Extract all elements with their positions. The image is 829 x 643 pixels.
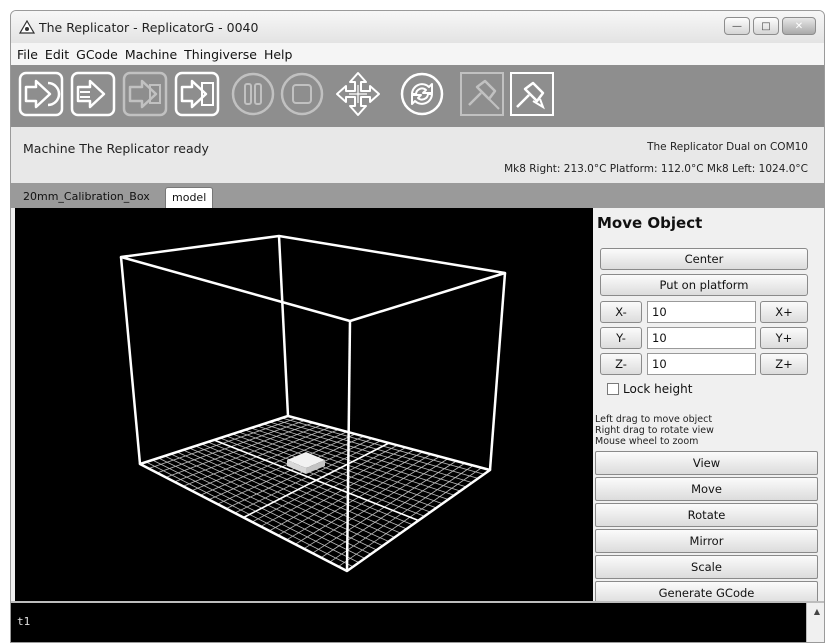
build-from-file-icon bbox=[174, 71, 220, 117]
build-icon bbox=[18, 71, 64, 117]
build-from-file-button[interactable] bbox=[174, 71, 220, 117]
rotate-mode-button[interactable]: Rotate bbox=[595, 503, 818, 527]
connect-button[interactable] bbox=[509, 71, 555, 117]
build-to-file-icon bbox=[122, 71, 168, 117]
y-minus-button[interactable]: Y- bbox=[600, 327, 642, 349]
reset-icon bbox=[400, 72, 444, 116]
control-panel-icon bbox=[336, 72, 380, 116]
maximize-button[interactable]: □ bbox=[753, 17, 779, 35]
menu-file[interactable]: File bbox=[17, 47, 38, 62]
mirror-mode-button[interactable]: Mirror bbox=[595, 529, 818, 553]
menu-thingiverse[interactable]: Thingiverse bbox=[184, 47, 257, 62]
disconnect-button[interactable] bbox=[459, 71, 505, 117]
build-volume-wireframe[interactable] bbox=[15, 208, 593, 601]
control-panel-button[interactable] bbox=[335, 71, 381, 117]
window-title: The Replicator - ReplicatorG - 0040 bbox=[39, 20, 259, 35]
build-button[interactable] bbox=[18, 71, 64, 117]
menu-help[interactable]: Help bbox=[264, 47, 293, 62]
menu-machine[interactable]: Machine bbox=[125, 47, 177, 62]
app-window: The Replicator - ReplicatorG - 0040 — □ … bbox=[10, 10, 825, 643]
console-line: t1 bbox=[17, 615, 31, 628]
build-platform-grid bbox=[139, 415, 491, 572]
scroll-up-arrow-icon[interactable]: ▲ bbox=[814, 607, 820, 616]
y-step-field[interactable]: 10 bbox=[647, 327, 756, 349]
move-mode-button[interactable]: Move bbox=[595, 477, 818, 501]
z-minus-button[interactable]: Z- bbox=[600, 353, 642, 375]
tab-model[interactable]: model bbox=[165, 187, 214, 208]
center-button[interactable]: Center bbox=[600, 248, 808, 270]
reset-button[interactable] bbox=[399, 71, 445, 117]
close-button[interactable]: ✕ bbox=[782, 17, 816, 35]
connect-icon bbox=[510, 72, 554, 116]
menu-bar: File Edit GCode Machine Thingiverse Help bbox=[11, 43, 824, 65]
hint-rotate: Right drag to rotate view bbox=[595, 425, 714, 436]
build-to-file-button[interactable] bbox=[122, 71, 168, 117]
title-bar: The Replicator - ReplicatorG - 0040 — □ … bbox=[11, 11, 824, 43]
connection-status: The Replicator Dual on COM10 bbox=[647, 141, 808, 153]
menu-gcode[interactable]: GCode bbox=[76, 47, 118, 62]
minimize-button[interactable]: — bbox=[724, 17, 750, 35]
move-object-panel: Move Object Center Put on platform X- 10… bbox=[593, 208, 822, 605]
lock-height-label: Lock height bbox=[623, 382, 693, 396]
stop-icon bbox=[280, 72, 324, 116]
hint-move: Left drag to move object bbox=[595, 414, 713, 425]
scale-mode-button[interactable]: Scale bbox=[595, 555, 818, 579]
console-scrollbar[interactable]: ▲ bbox=[806, 603, 824, 642]
lock-height-checkbox[interactable] bbox=[607, 383, 619, 395]
build-volume-box bbox=[119, 234, 507, 573]
z-plus-button[interactable]: Z+ bbox=[760, 353, 808, 375]
put-on-platform-button[interactable]: Put on platform bbox=[600, 274, 808, 296]
upload-icon bbox=[70, 71, 116, 117]
x-plus-button[interactable]: X+ bbox=[760, 301, 808, 323]
tab-calibration-box[interactable]: 20mm_Calibration_Box bbox=[17, 187, 156, 208]
disconnect-icon bbox=[460, 72, 504, 116]
panel-title: Move Object bbox=[597, 214, 703, 232]
z-step-field[interactable]: 10 bbox=[647, 353, 756, 375]
status-area: Machine The Replicator ready The Replica… bbox=[11, 127, 824, 183]
console-output[interactable]: t1 ▲ bbox=[11, 601, 824, 642]
stop-button[interactable] bbox=[279, 71, 325, 117]
pause-icon bbox=[231, 72, 275, 116]
hint-zoom: Mouse wheel to zoom bbox=[595, 436, 699, 447]
temperature-readout: Mk8 Right: 213.0°C Platform: 112.0°C Mk8… bbox=[504, 163, 808, 175]
y-plus-button[interactable]: Y+ bbox=[760, 327, 808, 349]
pause-button[interactable] bbox=[230, 71, 276, 117]
toolbar bbox=[11, 65, 824, 127]
model-viewport[interactable] bbox=[15, 208, 593, 601]
replicator-app-icon bbox=[19, 20, 35, 34]
view-mode-button[interactable]: View bbox=[595, 451, 818, 475]
upload-button[interactable] bbox=[70, 71, 116, 117]
x-step-field[interactable]: 10 bbox=[647, 301, 756, 323]
menu-edit[interactable]: Edit bbox=[45, 47, 69, 62]
machine-status: Machine The Replicator ready bbox=[23, 141, 209, 156]
file-tabs: 20mm_Calibration_Box model bbox=[11, 183, 824, 208]
x-minus-button[interactable]: X- bbox=[600, 301, 642, 323]
